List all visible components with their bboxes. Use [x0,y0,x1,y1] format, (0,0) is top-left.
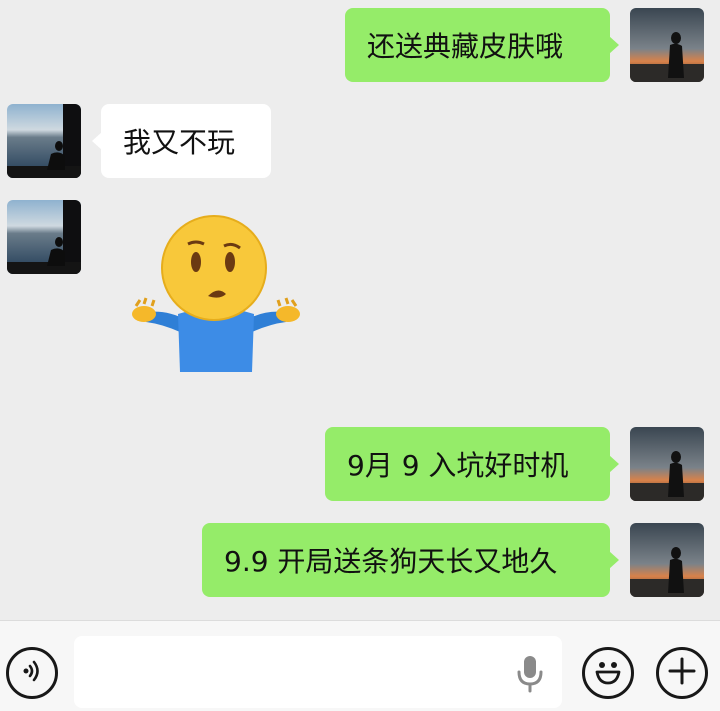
message-text: 9月 9 入坑好时机 [347,449,569,482]
emoji-icon [590,653,626,693]
emoji-button[interactable] [582,647,634,699]
my-avatar[interactable] [630,8,704,82]
my-avatar[interactable] [630,523,704,597]
message-text: 9.9 开局送条狗天长又地久 [224,545,558,578]
message-bubble-sent[interactable]: 9.9 开局送条狗天长又地久 [202,523,619,597]
message-bubble-sent[interactable]: 还送典藏皮肤哦 [345,8,619,82]
chat-message-list[interactable]: 还送典藏皮肤哦 我又不玩 9月 9 入坑好时机 9.9 开局送条狗天长又地久 [0,0,720,620]
my-avatar[interactable] [630,427,704,501]
plus-icon [667,656,697,690]
message-input[interactable] [74,636,562,708]
message-bubble-received[interactable]: 我又不玩 [92,104,271,178]
contact-avatar[interactable] [7,104,81,178]
voice-mode-icon [18,657,46,689]
more-options-button[interactable] [656,647,708,699]
contact-avatar[interactable] [7,200,81,274]
message-bubble-sent[interactable]: 9月 9 入坑好时机 [325,427,619,501]
chat-input-bar [0,620,720,711]
shrugging-person-sticker[interactable] [128,214,304,376]
message-text: 我又不玩 [123,126,236,159]
voice-mode-button[interactable] [6,647,58,699]
microphone-icon[interactable] [514,654,546,694]
message-text: 还送典藏皮肤哦 [367,30,564,63]
